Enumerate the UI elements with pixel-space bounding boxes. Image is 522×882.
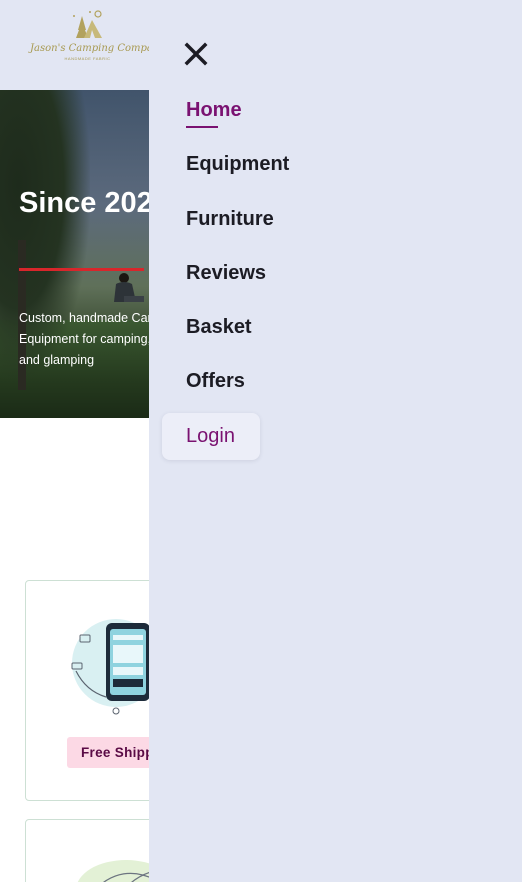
feature-card-shipping[interactable]: Free Shipping: [25, 580, 165, 801]
site-logo[interactable]: Jason's Camping Company HANDMADE FABRIC: [30, 8, 165, 78]
hero-title: Since 2021: [19, 187, 150, 219]
active-underline: [186, 126, 218, 128]
nav-item-offers[interactable]: Offers: [186, 370, 245, 393]
login-button[interactable]: Login: [162, 413, 260, 460]
feature-card-second[interactable]: [25, 819, 165, 882]
hero-person-image: [114, 273, 144, 302]
hero-description: Custom, handmade Camping Equipment for c…: [19, 311, 150, 367]
nav-item-basket[interactable]: Basket: [186, 316, 252, 339]
hero-banner: Since 2021 Custom, handmade Camping Equi…: [0, 90, 150, 418]
navigation-drawer: Home Equipment Furniture Reviews Basket …: [149, 0, 522, 882]
camping-logo-icon: [72, 10, 102, 38]
nav-item-label: Home: [186, 99, 242, 121]
logo-text: Jason's Camping Company: [30, 43, 165, 54]
close-icon[interactable]: [184, 42, 208, 66]
hero-divider: [19, 268, 144, 271]
logo-subtext: HANDMADE FABRIC: [64, 56, 111, 61]
nav-item-home[interactable]: Home: [186, 99, 242, 128]
nav-item-equipment[interactable]: Equipment: [186, 153, 289, 176]
nav-item-furniture[interactable]: Furniture: [186, 208, 274, 231]
nav-item-reviews[interactable]: Reviews: [186, 262, 266, 285]
